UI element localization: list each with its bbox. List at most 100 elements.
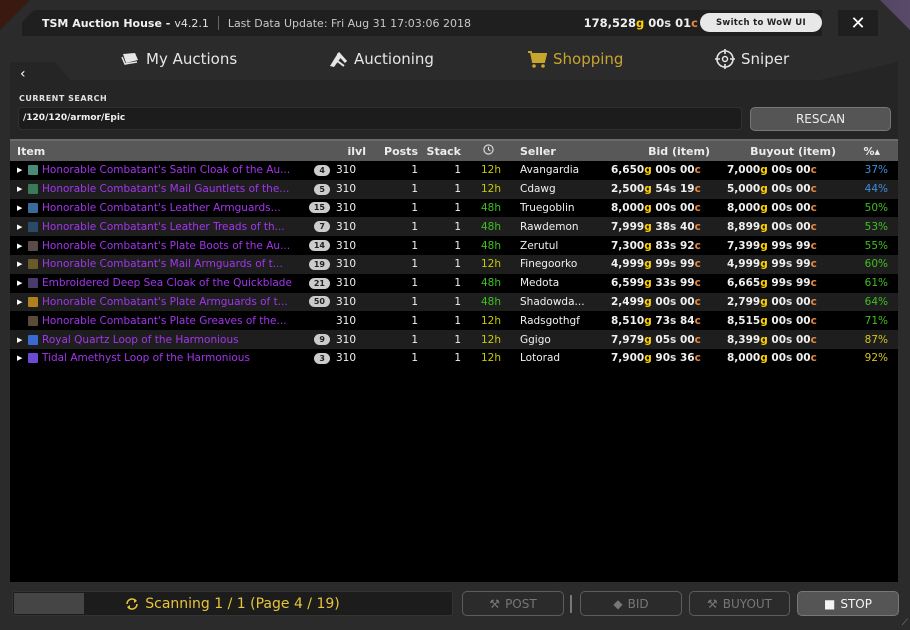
item-name[interactable]: Tidal Amethyst Loop of the Harmonious <box>42 352 307 364</box>
ilvl-cell: 310 <box>336 258 357 271</box>
bid-cell: 7,900g 90s 36c <box>611 352 701 365</box>
col-ilvl[interactable]: ilvl <box>332 145 370 158</box>
ilvl-cell: 310 <box>336 352 357 365</box>
posts-cell: 1 <box>411 220 418 233</box>
expand-arrow-icon[interactable]: ▶ <box>17 279 25 287</box>
percent-cell: 44% <box>864 183 888 196</box>
item-name[interactable]: Honorable Combatant's Leather Armguards.… <box>42 202 307 214</box>
table-body: ▶ Honorable Combatant's Satin Cloak of t… <box>10 161 898 368</box>
col-time-left[interactable] <box>461 144 501 158</box>
scan-status: Scanning 1 / 1 (Page 4 / 19) <box>13 592 452 615</box>
auction-count-badge: 7 <box>314 221 330 233</box>
table-row[interactable]: ▶ Honorable Combatant's Satin Cloak of t… <box>10 161 898 180</box>
table-row[interactable]: ▶ Honorable Combatant's Plate Armguards … <box>10 292 898 312</box>
post-button[interactable]: ⚒ POST <box>462 591 564 616</box>
back-button[interactable]: ‹ <box>20 66 26 82</box>
item-name[interactable]: Honorable Combatant's Leather Treads of … <box>42 221 307 233</box>
expand-arrow-icon[interactable]: ▶ <box>17 298 25 306</box>
time-left-cell: 48h <box>480 239 501 252</box>
expand-arrow-icon[interactable]: ▶ <box>17 223 25 231</box>
item-cell: ▶ Honorable Combatant's Satin Cloak of t… <box>10 164 332 176</box>
tab-my-auctions[interactable]: My Auctions <box>120 44 237 74</box>
auction-count-badge: 5 <box>314 183 330 195</box>
item-name[interactable]: Honorable Combatant's Satin Cloak of the… <box>42 164 307 176</box>
expand-arrow-icon[interactable]: ▶ <box>17 354 25 362</box>
col-buyout[interactable]: Buyout (item) <box>716 145 846 158</box>
percent-cell: 60% <box>864 258 888 271</box>
bid-label: BID <box>627 596 649 611</box>
ilvl-cell: 310 <box>336 183 357 196</box>
buyout-cell: 6,665g 99s 99c <box>727 277 817 290</box>
bid-cell: 6,599g 33s 99c <box>611 277 701 290</box>
percent-cell: 37% <box>864 164 888 177</box>
table-row[interactable]: ▶ Honorable Combatant's Plate Boots of t… <box>10 236 898 255</box>
item-icon <box>28 353 38 364</box>
app-name: TSM Auction House - <box>42 16 171 30</box>
tab-shopping[interactable]: Shopping <box>527 44 623 74</box>
ilvl-cell: 310 <box>336 314 357 327</box>
table-row[interactable]: ▶ Royal Quartz Loop of the Harmonious 9 … <box>10 330 898 349</box>
table-row[interactable]: ▶ Tidal Amethyst Loop of the Harmonious … <box>10 348 898 368</box>
seller-cell: Rawdemon <box>520 220 579 233</box>
table-row[interactable]: ▶ Honorable Combatant's Leather Treads o… <box>10 217 898 237</box>
table-row[interactable]: Honorable Combatant's Plate Greaves of t… <box>10 311 898 331</box>
item-name[interactable]: Honorable Combatant's Plate Greaves of t… <box>42 315 307 327</box>
expand-arrow-icon[interactable]: ▶ <box>17 260 25 268</box>
posts-cell: 1 <box>411 239 418 252</box>
tab-auctioning[interactable]: Auctioning <box>328 44 434 74</box>
expand-arrow-icon[interactable]: ▶ <box>17 204 25 212</box>
item-cell: ▶ Honorable Combatant's Mail Armguards o… <box>10 258 332 270</box>
ilvl-cell: 310 <box>336 239 357 252</box>
current-search-input[interactable]: /120/120/armor/Epic <box>18 107 742 130</box>
col-stack[interactable]: Stack <box>418 145 461 158</box>
expand-arrow-icon[interactable]: ▶ <box>17 185 25 193</box>
table-row[interactable]: ▶ Honorable Combatant's Leather Armguard… <box>10 198 898 218</box>
resize-handle[interactable]: ⟋ <box>902 618 908 628</box>
bid-button[interactable]: ◆ BID <box>580 591 682 616</box>
col-posts[interactable]: Posts <box>370 145 418 158</box>
buyout-button[interactable]: ⚒ BUYOUT <box>689 591 790 616</box>
tab-label: Shopping <box>553 50 624 68</box>
auction-count-badge: 3 <box>314 352 330 364</box>
seller-cell: Avangardia <box>520 164 580 177</box>
item-name[interactable]: Honorable Combatant's Plate Boots of the… <box>42 240 307 252</box>
expand-arrow-icon[interactable]: ▶ <box>17 242 25 250</box>
percent-cell: 92% <box>864 352 888 365</box>
buyout-cell: 7,399g 99s 99c <box>727 239 817 252</box>
stop-button[interactable]: ■ STOP <box>797 591 899 616</box>
item-name[interactable]: Royal Quartz Loop of the Harmonious <box>42 334 307 346</box>
gavel-icon: ⚒ <box>706 596 718 611</box>
switch-to-wow-ui-button[interactable]: Switch to WoW UI <box>700 13 822 32</box>
tab-sniper[interactable]: Sniper <box>715 44 789 74</box>
table-row[interactable]: ▶ Honorable Combatant's Mail Armguards o… <box>10 254 898 274</box>
col-seller[interactable]: Seller <box>501 145 601 158</box>
col-bid[interactable]: Bid (item) <box>601 145 716 158</box>
percent-cell: 71% <box>864 314 888 327</box>
bid-cell: 8,000g 00s 00c <box>611 201 701 214</box>
expand-arrow-icon[interactable]: ▶ <box>17 166 25 174</box>
item-name[interactable]: Embroidered Deep Sea Cloak of the Quickb… <box>42 277 307 289</box>
expand-arrow-icon[interactable]: ▶ <box>17 336 25 344</box>
item-name[interactable]: Honorable Combatant's Plate Armguards of… <box>42 296 307 308</box>
tab-label: Auctioning <box>354 50 434 68</box>
col-percent[interactable]: %▴ <box>846 145 888 158</box>
bid-cell: 7,999g 38s 40c <box>611 220 701 233</box>
item-icon <box>28 259 38 270</box>
cart-icon <box>528 51 547 68</box>
item-name[interactable]: Honorable Combatant's Mail Armguards of … <box>42 258 307 270</box>
ilvl-cell: 310 <box>336 164 357 177</box>
table-row[interactable]: ▶ Embroidered Deep Sea Cloak of the Quic… <box>10 273 898 293</box>
gold-amount: 178,528 <box>583 16 637 30</box>
table-header: Item ilvl Posts Stack Seller Bid (item) … <box>10 139 898 161</box>
current-search-label: CURRENT SEARCH <box>19 94 108 103</box>
time-left-cell: 12h <box>480 333 501 346</box>
scan-progress-bar: Scanning 1 / 1 (Page 4 / 19) <box>12 591 453 616</box>
close-button[interactable]: ✕ <box>838 10 878 36</box>
refresh-icon <box>126 597 139 610</box>
rescan-button[interactable]: RESCAN <box>750 107 891 131</box>
percent-cell: 50% <box>864 201 888 214</box>
col-item[interactable]: Item <box>10 145 332 158</box>
item-name[interactable]: Honorable Combatant's Mail Gauntlets of … <box>42 183 307 195</box>
table-row[interactable]: ▶ Honorable Combatant's Mail Gauntlets o… <box>10 179 898 199</box>
bid-cell: 2,500g 54s 19c <box>611 183 701 196</box>
